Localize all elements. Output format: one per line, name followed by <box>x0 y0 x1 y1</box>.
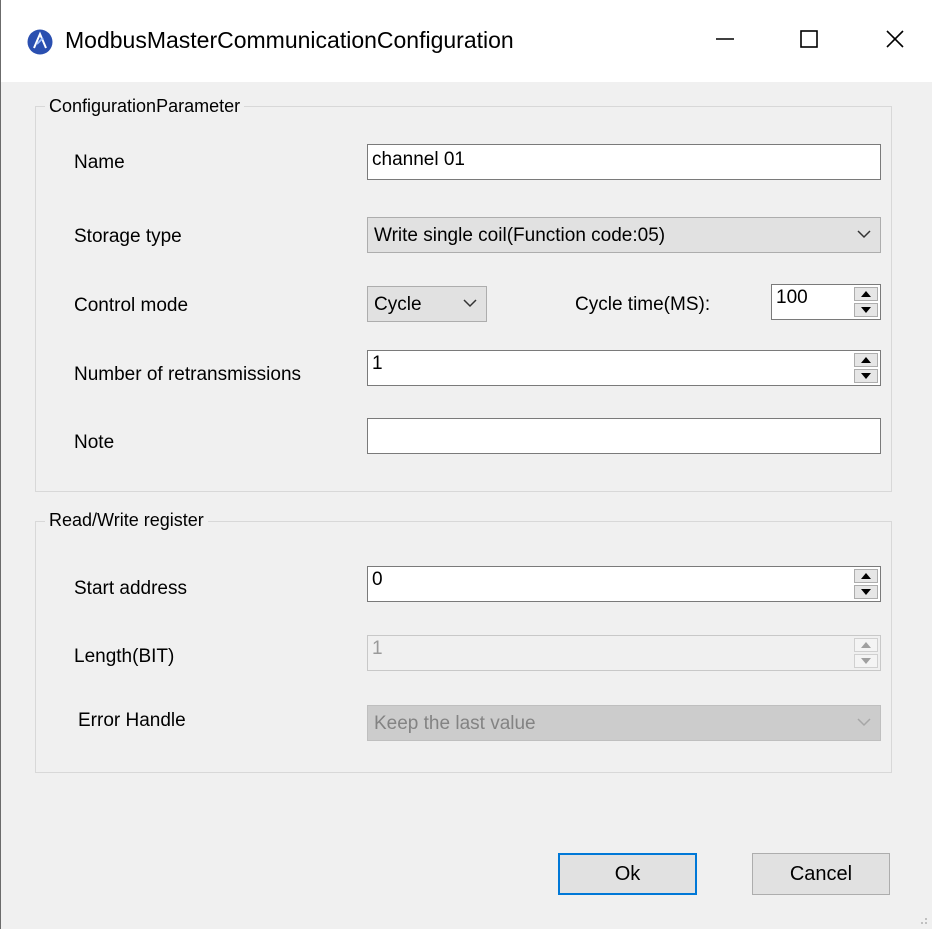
maximize-button[interactable] <box>781 14 837 64</box>
length-stepper: 1 <box>367 635 881 671</box>
app-logo-icon <box>27 29 53 55</box>
spin-up-button[interactable] <box>854 569 878 583</box>
cancel-button[interactable]: Cancel <box>752 853 890 895</box>
error-handle-select: Keep the last value <box>367 705 881 741</box>
start-address-label: Start address <box>74 578 187 599</box>
spin-up-button[interactable] <box>854 353 878 367</box>
resize-grip-icon[interactable] <box>916 913 928 925</box>
caret-up-icon <box>861 573 871 579</box>
storage-type-value: Write single coil(Function code:05) <box>374 225 666 246</box>
length-label: Length(BIT) <box>74 646 175 667</box>
dialog-window: ModbusMasterCommunicationConfiguration C… <box>0 0 932 929</box>
control-mode-label: Control mode <box>74 295 189 316</box>
minimize-button[interactable] <box>697 14 753 64</box>
caret-down-icon <box>861 658 871 664</box>
retransmissions-label: Number of retransmissions <box>74 364 302 385</box>
caret-up-icon <box>861 357 871 363</box>
control-mode-value: Cycle <box>374 294 422 315</box>
spin-down-button <box>854 654 878 668</box>
ok-button[interactable]: Ok <box>558 853 697 895</box>
control-mode-select[interactable]: Cycle <box>367 286 487 322</box>
close-icon <box>886 30 904 48</box>
retransmissions-spinner <box>854 353 878 383</box>
chevron-down-icon <box>857 718 871 727</box>
caret-down-icon <box>861 373 871 379</box>
caret-up-icon <box>861 291 871 297</box>
caret-down-icon <box>861 307 871 313</box>
error-handle-value: Keep the last value <box>374 713 536 734</box>
retransmissions-value: 1 <box>372 353 383 374</box>
start-address-value: 0 <box>372 569 383 590</box>
caret-down-icon <box>861 589 871 595</box>
cycle-time-label: Cycle time(MS): <box>575 294 711 315</box>
retransmissions-stepper[interactable]: 1 <box>367 350 881 386</box>
spin-down-button[interactable] <box>854 369 878 383</box>
cycle-time-value: 100 <box>776 287 808 308</box>
read-write-register-title: Read/Write register <box>45 510 208 531</box>
start-address-stepper[interactable]: 0 <box>367 566 881 602</box>
chevron-down-icon <box>463 299 477 308</box>
spin-down-button[interactable] <box>854 585 878 599</box>
caret-up-icon <box>861 642 871 648</box>
error-handle-label: Error Handle <box>78 710 186 731</box>
storage-type-label: Storage type <box>74 226 182 247</box>
chevron-down-icon <box>857 230 871 239</box>
title-bar: ModbusMasterCommunicationConfiguration <box>1 0 932 82</box>
minimize-icon <box>716 38 734 40</box>
note-input[interactable] <box>367 418 881 454</box>
length-spinner <box>854 638 878 668</box>
spin-up-button[interactable] <box>854 287 878 301</box>
storage-type-select[interactable]: Write single coil(Function code:05) <box>367 217 881 253</box>
cycle-time-spinner <box>854 287 878 317</box>
window-title: ModbusMasterCommunicationConfiguration <box>65 27 514 53</box>
note-label: Note <box>74 432 115 453</box>
length-value: 1 <box>372 638 383 659</box>
maximize-icon <box>800 30 818 48</box>
configuration-parameter-title: ConfigurationParameter <box>45 96 245 117</box>
close-button[interactable] <box>867 14 923 64</box>
name-label: Name <box>74 152 125 173</box>
cycle-time-stepper[interactable]: 100 <box>771 284 881 320</box>
spin-up-button <box>854 638 878 652</box>
name-input[interactable]: channel 01 <box>367 144 881 180</box>
spin-down-button[interactable] <box>854 303 878 317</box>
start-address-spinner <box>854 569 878 599</box>
